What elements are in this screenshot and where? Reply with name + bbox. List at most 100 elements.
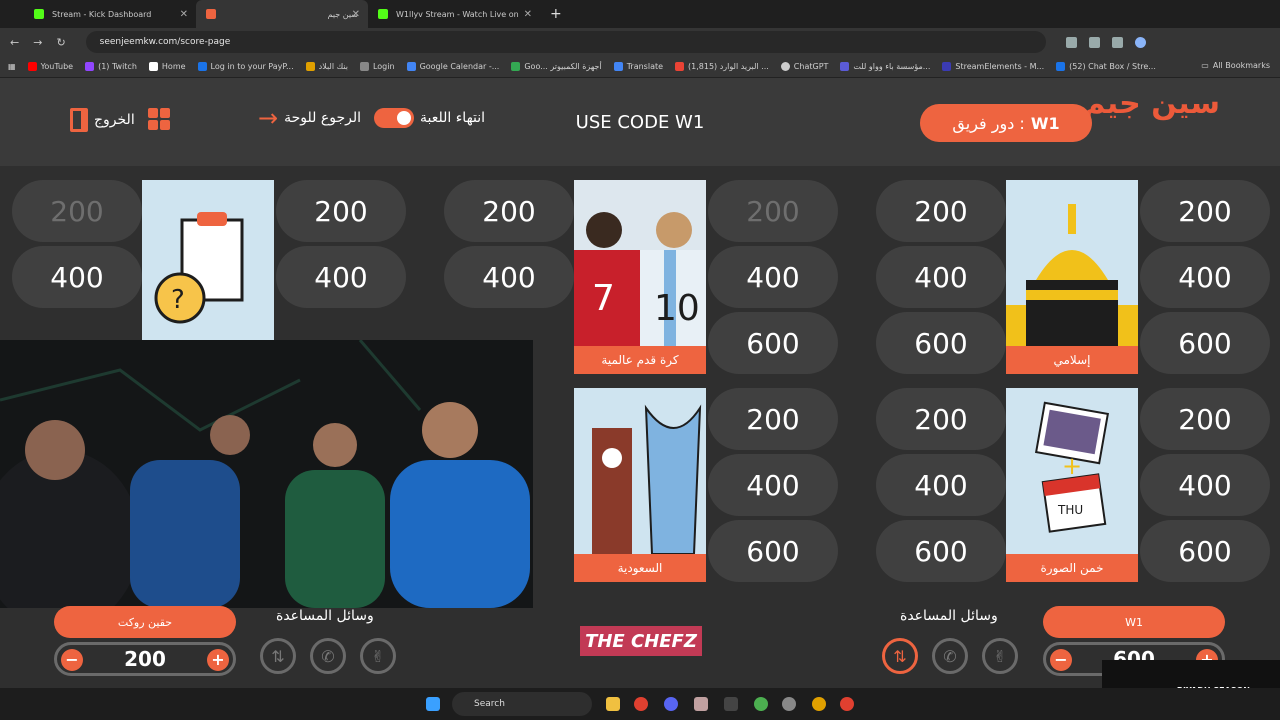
question-200[interactable]: 200 (876, 180, 1006, 242)
bookmark-label: StreamElements - M... (955, 62, 1045, 71)
app-icon[interactable] (724, 697, 738, 711)
close-icon[interactable]: ✕ (352, 9, 360, 20)
bookmark-item[interactable]: Goo... أجهزة الكمبيوتر (511, 62, 602, 71)
question-200[interactable]: 200 (1140, 180, 1270, 242)
question-400[interactable]: 400 (1140, 246, 1270, 308)
url-input[interactable]: seenjeemkw.com/score-page (85, 31, 1046, 53)
bookmark-item[interactable]: StreamElements - M... (942, 62, 1044, 71)
apps-icon[interactable]: ▦ (8, 62, 16, 71)
app-icon[interactable] (812, 697, 826, 711)
back-label: الرجوع للوحة (284, 110, 361, 126)
category-card-saudi: السعودية (574, 388, 706, 582)
bookmark-item[interactable]: Google Calendar -... (406, 62, 499, 71)
exit-button[interactable]: الخروج (70, 108, 135, 132)
question-200-used[interactable]: 200 (12, 180, 142, 242)
question-200[interactable]: 200 (444, 180, 574, 242)
team-turn-badge: دور فريق : W1 (920, 104, 1092, 142)
turn-team: W1 (1030, 113, 1060, 133)
taskbar-search[interactable]: Search (452, 692, 592, 716)
question-200[interactable]: 200 (1140, 388, 1270, 450)
tab-kick-dashboard[interactable]: Stream - Kick Dashboard ✕ (24, 0, 196, 28)
phone-aid-icon[interactable]: ✆ (310, 638, 346, 674)
question-200[interactable]: 200 (708, 388, 838, 450)
question-600[interactable]: 600 (1140, 520, 1270, 582)
bookmark-item[interactable]: (1) Twitch (85, 62, 137, 71)
peace-hand-aid-icon[interactable]: ✌ (360, 638, 396, 674)
photo-calendar-image: THU + (1034, 401, 1110, 533)
question-400[interactable]: 400 (876, 246, 1006, 308)
question-400[interactable]: 400 (444, 246, 574, 308)
peace-hand-aid-icon[interactable]: ✌ (982, 638, 1018, 674)
question-400[interactable]: 400 (12, 246, 142, 308)
bookmark-item[interactable]: Translate (613, 62, 663, 71)
chrome-icon[interactable] (634, 697, 648, 711)
question-200-used[interactable]: 200 (708, 180, 838, 242)
extensions (1065, 36, 1146, 48)
tab-label: W1llyv Stream - Watch Live on (396, 9, 519, 19)
question-600[interactable]: 600 (708, 520, 838, 582)
reload-icon[interactable]: ↻ (56, 36, 65, 49)
question-400[interactable]: 400 (876, 454, 1006, 516)
right-team-name: W1 (1043, 606, 1225, 638)
bookmark-item[interactable]: بنك البلاد (305, 62, 348, 71)
obs-icon[interactable] (782, 697, 796, 711)
plus-button[interactable]: + (207, 649, 229, 671)
game-board-page: سين جيم دور فريق : W1 USE CODE W1 انتهاء … (0, 78, 1280, 688)
exit-label: الخروج (94, 112, 135, 128)
all-bookmarks[interactable]: ▭ All Bookmarks (1201, 61, 1270, 70)
extension-icon[interactable] (1065, 36, 1077, 48)
bookmark-item[interactable]: مؤسسة باء وواو للت... (840, 62, 930, 71)
question-600[interactable]: 600 (876, 312, 1006, 374)
close-icon[interactable]: ✕ (180, 9, 188, 20)
extension-icon[interactable] (1111, 36, 1123, 48)
bookmarks-bar: ▦ YouTube (1) Twitch Home Log in to your… (0, 56, 1280, 78)
new-tab-button[interactable]: + (540, 0, 570, 28)
right-aids-title: وسائل المساعدة (900, 608, 998, 624)
tab-seenjeem[interactable]: سين جيم ✕ (196, 0, 368, 28)
back-to-board-grid[interactable] (148, 108, 170, 130)
bookmark-item[interactable]: (52) Chat Box / Stre... (1056, 62, 1156, 71)
swap-aid-icon-used[interactable]: ⇅ (882, 638, 918, 674)
bookmark-item[interactable]: Login (359, 62, 395, 71)
file-explorer-icon[interactable] (606, 697, 620, 711)
question-400[interactable]: 400 (708, 246, 838, 308)
bookmark-label: (1,815) البريد الوارد ... (688, 62, 769, 71)
bookmark-item[interactable]: Home (148, 62, 186, 71)
left-team-score: − 200 + (54, 642, 236, 676)
question-400[interactable]: 400 (276, 246, 406, 308)
bookmark-label: (1) Twitch (98, 62, 137, 71)
minus-button[interactable]: − (1050, 649, 1072, 671)
extension-icon[interactable] (1088, 36, 1100, 48)
forward-icon[interactable]: → (33, 36, 42, 49)
question-400[interactable]: 400 (708, 454, 838, 516)
svg-text:THU: THU (1057, 503, 1083, 517)
windows-start-icon[interactable] (426, 697, 440, 711)
app-icon[interactable] (694, 697, 708, 711)
chrome-icon[interactable] (840, 697, 854, 711)
question-200[interactable]: 200 (276, 180, 406, 242)
question-200[interactable]: 200 (876, 388, 1006, 450)
all-bookmarks-label: All Bookmarks (1212, 61, 1270, 70)
svg-text:?: ? (171, 285, 185, 315)
end-game-button[interactable]: انتهاء اللعبة (374, 108, 485, 128)
question-600[interactable]: 600 (708, 312, 838, 374)
bookmark-item[interactable]: Log in to your PayP... (197, 62, 294, 71)
close-icon[interactable]: ✕ (524, 9, 532, 20)
back-to-board-button[interactable]: → الرجوع للوحة (258, 106, 361, 130)
phone-aid-icon[interactable]: ✆ (932, 638, 968, 674)
end-game-toggle[interactable] (374, 108, 414, 128)
bookmark-item[interactable]: (1,815) البريد الوارد ... (675, 62, 769, 71)
question-600[interactable]: 600 (876, 520, 1006, 582)
discord-icon[interactable] (664, 697, 678, 711)
minus-button[interactable]: − (61, 649, 83, 671)
back-icon[interactable]: ← (10, 36, 19, 49)
chrome-icon[interactable] (754, 697, 768, 711)
bookmark-label: Log in to your PayP... (210, 62, 294, 71)
tab-w1llyv-stream[interactable]: W1llyv Stream - Watch Live on ✕ (368, 0, 540, 28)
bookmark-item[interactable]: ChatGPT (780, 62, 828, 71)
swap-aid-icon[interactable]: ⇅ (260, 638, 296, 674)
question-400[interactable]: 400 (1140, 454, 1270, 516)
profile-icon[interactable] (1134, 36, 1146, 48)
bookmark-item[interactable]: YouTube (27, 62, 73, 71)
question-600[interactable]: 600 (1140, 312, 1270, 374)
